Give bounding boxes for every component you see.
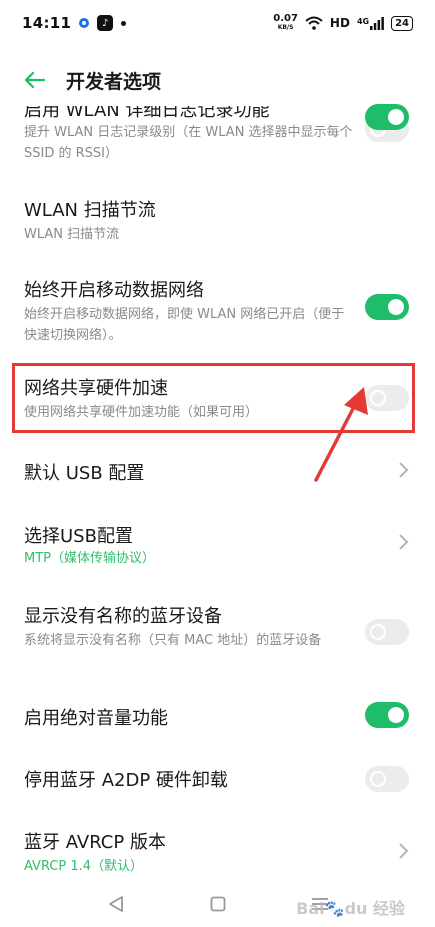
chevron-right-icon[interactable]	[396, 841, 410, 861]
baidu-watermark: Bai🐾du 经验	[296, 899, 405, 918]
battery-icon: 24	[391, 15, 413, 31]
status-bar: 14:11 ♪ 0.07 KB/S HD 4G 24	[0, 0, 435, 46]
signal-icon: 4G	[357, 16, 384, 30]
list-item-avrcp-version[interactable]: 蓝牙 AVRCP 版本 AVRCP 1.4（默认）	[0, 826, 435, 886]
notification-circle-icon	[79, 18, 90, 28]
list-item-select-usb-config[interactable]: 选择USB配置 MTP（媒体传输协议）	[0, 518, 435, 578]
chevron-right-icon[interactable]	[396, 532, 410, 552]
page-title: 开发者选项	[66, 70, 162, 93]
wifi-icon	[305, 16, 323, 30]
item-title: 显示没有名称的蓝牙设备	[24, 606, 222, 627]
disable-a2dp-offload-toggle[interactable]	[365, 766, 409, 792]
item-subtitle: AVRCP 1.4（默认）	[24, 859, 144, 874]
tiktok-app-icon: ♪	[97, 15, 114, 31]
item-title: 启用 WLAN 详细日志记录功能	[24, 100, 270, 121]
mobile-data-always-on-toggle[interactable]	[365, 294, 409, 320]
list-item-wlan-scan-throttle[interactable]: WLAN 扫描节流 WLAN 扫描节流	[0, 104, 435, 252]
nav-home-icon[interactable]	[210, 896, 226, 912]
network-speed: 0.07 KB/S	[273, 13, 298, 32]
hd-label: HD	[329, 16, 350, 30]
item-title: 蓝牙 AVRCP 版本	[24, 832, 166, 853]
item-title: 始终开启移动数据网络	[24, 280, 204, 301]
status-time: 14:11	[22, 14, 72, 32]
back-arrow-icon	[24, 71, 45, 89]
absolute-volume-toggle[interactable]	[365, 702, 409, 728]
more-notifications-icon	[121, 20, 127, 26]
chevron-right-icon[interactable]	[396, 460, 410, 480]
item-title: 停用蓝牙 A2DP 硬件卸载	[24, 770, 228, 791]
item-subtitle: MTP（媒体传输协议）	[24, 551, 155, 566]
item-title: 选择USB配置	[24, 526, 133, 547]
item-title: 启用绝对音量功能	[24, 708, 168, 729]
item-subtitle: 始终开启移动数据网络，即使 WLAN 网络已开启（便于快速切换网络）。	[24, 307, 345, 343]
item-title: 默认 USB 配置	[24, 463, 145, 484]
show-unnamed-bluetooth-toggle[interactable]	[365, 619, 409, 645]
item-title: WLAN 扫描节流	[24, 200, 156, 221]
nav-back-icon[interactable]	[107, 895, 125, 913]
annotation-arrow-icon	[314, 387, 368, 482]
item-subtitle: 提升 WLAN 日志记录级别（在 WLAN 选择器中显示每个 SSID 的 RS…	[24, 125, 353, 161]
wlan-scan-throttle-toggle[interactable]	[365, 104, 409, 130]
item-subtitle: WLAN 扫描节流	[24, 227, 120, 242]
item-subtitle: 系统将显示没有名称（只有 MAC 地址）的蓝牙设备	[24, 633, 322, 648]
